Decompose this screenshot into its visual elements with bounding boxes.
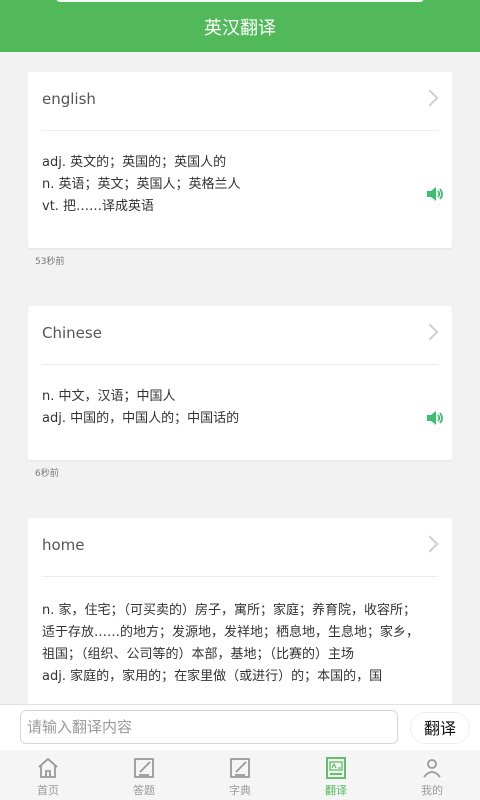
translate-input-bar: 翻译	[0, 704, 480, 750]
speaker-icon[interactable]	[426, 410, 444, 426]
tab-label: 我的	[421, 784, 443, 797]
definition-list: n. 家，住宅；（可买卖的）房子，寓所；家庭；养育院，收容所；适于存放……的地方…	[42, 600, 424, 688]
edit-icon	[134, 758, 154, 778]
definition-line: n. 家，住宅；（可买卖的）房子，寓所；家庭；养育院，收容所；适于存放……的地方…	[42, 603, 420, 662]
chevron-right-icon[interactable]	[421, 89, 439, 107]
chevron-right-icon[interactable]	[421, 535, 439, 553]
result-card[interactable]: home n. 家，住宅；（可买卖的）房子，寓所；家庭；养育院，收容所；适于存放…	[28, 518, 452, 704]
chevron-right-icon[interactable]	[421, 323, 439, 341]
tab-label: 答题	[133, 784, 155, 797]
tab-label: 翻译	[325, 784, 347, 797]
divider	[42, 130, 438, 131]
translate-input[interactable]	[27, 711, 391, 743]
divider	[42, 364, 438, 365]
definition-line: vt. 把……译成英语	[42, 199, 155, 214]
translate-button[interactable]: 翻译	[410, 712, 470, 744]
book-icon	[326, 757, 346, 779]
speaker-icon[interactable]	[426, 186, 444, 202]
divider	[42, 576, 438, 577]
result-word: english	[42, 90, 96, 108]
results-list[interactable]: english adj. 英文的；英国的；英国人的 n. 英语；英文；英国人；英…	[0, 52, 480, 704]
result-card[interactable]: english adj. 英文的；英国的；英国人的 n. 英语；英文；英国人；英…	[28, 72, 452, 248]
bottom-tab-bar: 首页 答题 字典 翻译 我的	[0, 750, 480, 800]
timestamp: 6秒前	[35, 469, 59, 479]
definition-line: n. 英语；英文；英国人；英格兰人	[42, 177, 241, 192]
tab-home[interactable]: 首页	[0, 750, 96, 800]
tab-profile[interactable]: 我的	[384, 750, 480, 800]
edit-icon	[230, 758, 250, 778]
definition-list: n. 中文，汉语；中国人 adj. 中国的，中国人的；中国话的	[42, 386, 406, 430]
definition-line: adj. 家庭的，家用的；在家里做（或进行）的；本国的，国	[42, 669, 383, 684]
tab-dictionary[interactable]: 字典	[192, 750, 288, 800]
result-card[interactable]: Chinese n. 中文，汉语；中国人 adj. 中国的，中国人的；中国话的	[28, 306, 452, 460]
app-header: 英汉翻译	[0, 0, 480, 52]
definition-line: n. 中文，汉语；中国人	[42, 389, 176, 404]
definition-line: adj. 中国的，中国人的；中国话的	[42, 411, 240, 426]
timestamp: 53秒前	[35, 257, 65, 267]
definition-list: adj. 英文的；英国的；英国人的 n. 英语；英文；英国人；英格兰人 vt. …	[42, 152, 406, 218]
tab-translate[interactable]: 翻译	[288, 750, 384, 800]
tab-label: 首页	[37, 784, 59, 797]
home-icon	[38, 757, 58, 778]
user-icon	[423, 759, 441, 778]
search-field-wrapper[interactable]	[20, 710, 398, 744]
tab-quiz[interactable]: 答题	[96, 750, 192, 800]
result-word: Chinese	[42, 324, 102, 342]
definition-line: adj. 英文的；英国的；英国人的	[42, 155, 227, 170]
result-word: home	[42, 536, 85, 554]
tab-label: 字典	[229, 784, 251, 797]
page-title: 英汉翻译	[204, 18, 276, 39]
